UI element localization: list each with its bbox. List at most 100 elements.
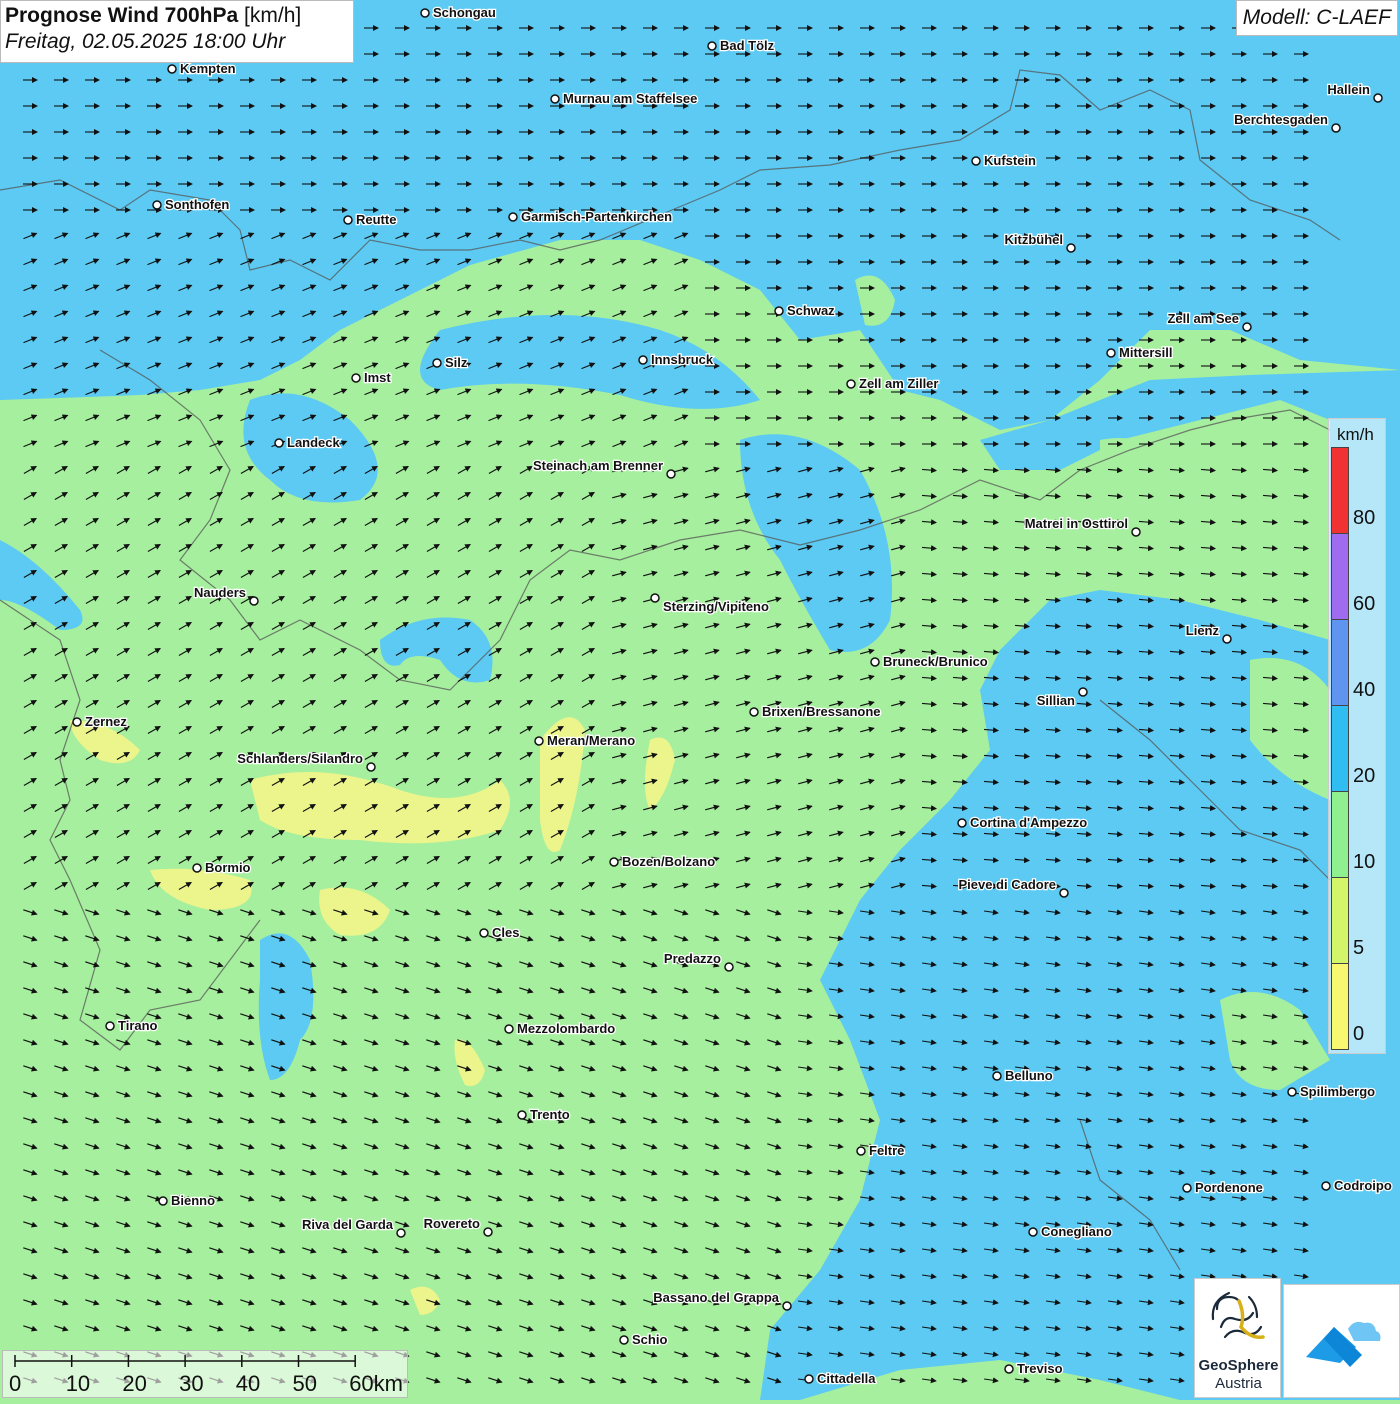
city-marker: Brixen/Bressanone bbox=[749, 703, 882, 720]
city-marker: Garmisch-Partenkirchen bbox=[508, 208, 673, 225]
city-label: Garmisch-Partenkirchen bbox=[521, 209, 672, 224]
city-marker: Mezzolombardo bbox=[504, 1020, 617, 1037]
city-dot bbox=[782, 1301, 792, 1311]
city-marker: Schongau bbox=[420, 4, 497, 21]
city-marker: Meran/Merano bbox=[534, 732, 636, 749]
color-legend: km/h 80 60 40 20 10 5 0 bbox=[1328, 418, 1386, 1054]
city-dot bbox=[420, 8, 430, 18]
map-title-unit: [km/h] bbox=[244, 4, 302, 27]
map-title-main: Prognose Wind 700hPa bbox=[5, 4, 239, 27]
city-marker: Bruneck/Brunico bbox=[870, 653, 989, 670]
city-label: Pieve di Cadore bbox=[958, 877, 1056, 892]
city-dot bbox=[366, 762, 376, 772]
city-dot bbox=[351, 373, 361, 383]
city-dot bbox=[1331, 123, 1341, 133]
legend-tick-label: 40 bbox=[1353, 679, 1376, 701]
city-dot bbox=[971, 156, 981, 166]
city-dot bbox=[343, 215, 353, 225]
city-label: Pordenone bbox=[1195, 1180, 1263, 1195]
city-label: Mezzolombardo bbox=[517, 1021, 615, 1036]
weather-app-logo[interactable] bbox=[1283, 1284, 1400, 1398]
city-dot bbox=[432, 358, 442, 368]
city-label: Silz bbox=[445, 355, 468, 370]
city-dot bbox=[1004, 1364, 1014, 1374]
city-dot bbox=[1078, 687, 1088, 697]
city-marker: Sonthofen bbox=[152, 196, 231, 213]
city-label: Landeck bbox=[287, 435, 341, 450]
city-label: Zernez bbox=[85, 714, 127, 729]
geosphere-logo: GeoSphere Austria bbox=[1194, 1278, 1281, 1398]
city-label: Schio bbox=[632, 1332, 667, 1347]
legend-color-swatch bbox=[1331, 533, 1349, 620]
city-label: Cles bbox=[492, 925, 519, 940]
city-dot bbox=[1242, 322, 1252, 332]
legend-tick-label: 60 bbox=[1353, 593, 1376, 615]
geosphere-icon bbox=[1211, 1291, 1265, 1340]
city-marker: Spilimbergo bbox=[1287, 1083, 1376, 1100]
scale-bar-line bbox=[14, 1355, 356, 1367]
wind-map: Schongau Bad Tölz Kempten Murnau am Staffel… bbox=[0, 0, 1400, 1400]
city-dot bbox=[517, 1110, 527, 1120]
city-label: Codroipo bbox=[1334, 1178, 1392, 1193]
scale-tick-label: 10 bbox=[65, 1371, 91, 1396]
city-dot bbox=[508, 212, 518, 222]
city-label: Brixen/Bressanone bbox=[762, 704, 881, 719]
city-dot bbox=[1222, 634, 1232, 644]
city-dot bbox=[1321, 1181, 1331, 1191]
city-dot bbox=[534, 736, 544, 746]
city-label: Berchtesgaden bbox=[1234, 112, 1328, 127]
city-marker: Innsbruck bbox=[638, 351, 715, 368]
city-dot bbox=[1182, 1183, 1192, 1193]
city-label: Bruneck/Brunico bbox=[883, 654, 988, 669]
scale-tick-label: 0 bbox=[9, 1371, 22, 1396]
city-dot bbox=[1287, 1087, 1297, 1097]
cloud-mountain-icon bbox=[1306, 1321, 1381, 1367]
city-dot bbox=[804, 1374, 814, 1384]
city-dot bbox=[1059, 888, 1069, 898]
city-dot bbox=[666, 469, 676, 479]
city-label: Belluno bbox=[1005, 1068, 1053, 1083]
city-dot bbox=[749, 707, 759, 717]
scale-tick-label: 60km bbox=[349, 1371, 403, 1396]
legend-unit: km/h bbox=[1337, 425, 1374, 444]
city-label: Schlanders/Silandro bbox=[237, 751, 363, 766]
legend-tick-label: 20 bbox=[1353, 765, 1376, 787]
city-label: Schongau bbox=[433, 5, 496, 20]
legend-color-swatch bbox=[1331, 877, 1349, 964]
legend-tick-label: 80 bbox=[1353, 507, 1376, 529]
city-dot bbox=[724, 962, 734, 972]
city-label: Bienno bbox=[171, 1193, 215, 1208]
city-marker: Pordenone bbox=[1182, 1179, 1264, 1196]
city-label: Kempten bbox=[180, 61, 236, 76]
city-label: Bozen/Bolzano bbox=[622, 854, 715, 869]
city-dot bbox=[192, 863, 202, 873]
city-label: Lienz bbox=[1186, 623, 1220, 638]
city-label: Meran/Merano bbox=[547, 733, 635, 748]
city-dot bbox=[774, 306, 784, 316]
city-label: Trento bbox=[530, 1107, 570, 1122]
city-label: Matrei in Osttirol bbox=[1025, 516, 1128, 531]
city-label: Bormio bbox=[205, 860, 251, 875]
city-label: Steinach am Brenner bbox=[533, 458, 663, 473]
scale-tick-label: 20 bbox=[122, 1371, 147, 1396]
city-dot bbox=[479, 928, 489, 938]
city-dot bbox=[856, 1146, 866, 1156]
city-label: Innsbruck bbox=[651, 352, 714, 367]
city-dot bbox=[504, 1024, 514, 1034]
city-label: Mittersill bbox=[1119, 345, 1172, 360]
city-label: Sterzing/Vipiteno bbox=[663, 599, 769, 614]
city-label: Spilimbergo bbox=[1300, 1084, 1375, 1099]
city-dot bbox=[1106, 348, 1116, 358]
city-dot bbox=[72, 717, 82, 727]
city-dot bbox=[483, 1227, 493, 1237]
city-label: Sonthofen bbox=[165, 197, 229, 212]
city-label: Schwaz bbox=[787, 303, 835, 318]
city-dot bbox=[249, 596, 259, 606]
forecast-datetime: Freitag, 02.05.2025 18:00 Uhr bbox=[5, 30, 286, 53]
city-marker: Murnau am Staffelsee bbox=[550, 90, 699, 107]
city-dot bbox=[992, 1071, 1002, 1081]
city-dot bbox=[1028, 1227, 1038, 1237]
city-dot bbox=[550, 94, 560, 104]
map-title: Prognose Wind 700hPa [km/h] bbox=[5, 4, 349, 28]
legend-tick-label: 0 bbox=[1353, 1023, 1365, 1045]
